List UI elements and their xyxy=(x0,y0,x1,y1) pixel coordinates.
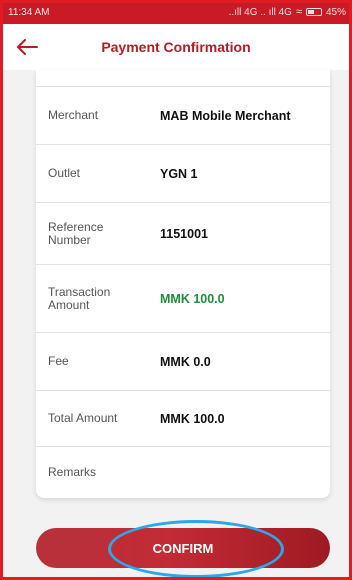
detail-row-top-edge xyxy=(36,70,330,86)
outlet-value: YGN 1 xyxy=(160,166,198,181)
app-bar: Payment Confirmation xyxy=(0,24,352,70)
detail-row-transaction-amount: Transaction Amount MMK 100.0 xyxy=(36,264,330,332)
merchant-value: MAB Mobile Merchant xyxy=(160,108,291,123)
transaction-amount-value: MMK 100.0 xyxy=(160,291,225,306)
detail-row-remarks: Remarks xyxy=(36,446,330,498)
payment-details-card: Merchant MAB Mobile Merchant Outlet YGN … xyxy=(36,70,330,498)
confirm-button[interactable]: CONFIRM xyxy=(36,528,330,568)
arrow-left-icon xyxy=(17,39,38,55)
detail-row-fee: Fee MMK 0.0 xyxy=(36,332,330,390)
merchant-label: Merchant xyxy=(48,108,99,122)
fee-value: MMK 0.0 xyxy=(160,354,211,369)
total-amount-value: MMK 100.0 xyxy=(160,411,225,426)
back-button[interactable] xyxy=(12,32,42,62)
network-indicator: ..ıll 4G .. ıll 4G xyxy=(228,6,292,18)
main-content: Merchant MAB Mobile Merchant Outlet YGN … xyxy=(0,70,352,580)
transaction-amount-label: Transaction Amount xyxy=(48,284,111,312)
battery-icon xyxy=(305,8,322,16)
status-time: 11:34 AM xyxy=(8,6,50,18)
wifi-icon: ≈ xyxy=(295,6,302,18)
battery-level: 45% xyxy=(325,6,346,18)
detail-row-reference: Reference Number 1151001 xyxy=(36,202,330,264)
status-indicators: ..ıll 4G .. ıll 4G ≈ 45% xyxy=(229,6,346,18)
detail-row-merchant: Merchant MAB Mobile Merchant xyxy=(36,86,330,144)
total-amount-label: Total Amount xyxy=(48,411,118,425)
remarks-label: Remarks xyxy=(48,465,97,479)
status-bar: 11:34 AM ..ıll 4G .. ıll 4G ≈ 45% xyxy=(0,0,352,24)
detail-row-total-amount: Total Amount MMK 100.0 xyxy=(36,390,330,446)
detail-row-outlet: Outlet YGN 1 xyxy=(36,144,330,202)
reference-value: 1151001 xyxy=(160,226,208,241)
page-title: Payment Confirmation xyxy=(101,39,251,55)
outlet-label: Outlet xyxy=(48,166,81,180)
confirm-button-label: CONFIRM xyxy=(152,540,214,556)
fee-label: Fee xyxy=(48,354,69,368)
reference-label: Reference Number xyxy=(48,219,104,247)
